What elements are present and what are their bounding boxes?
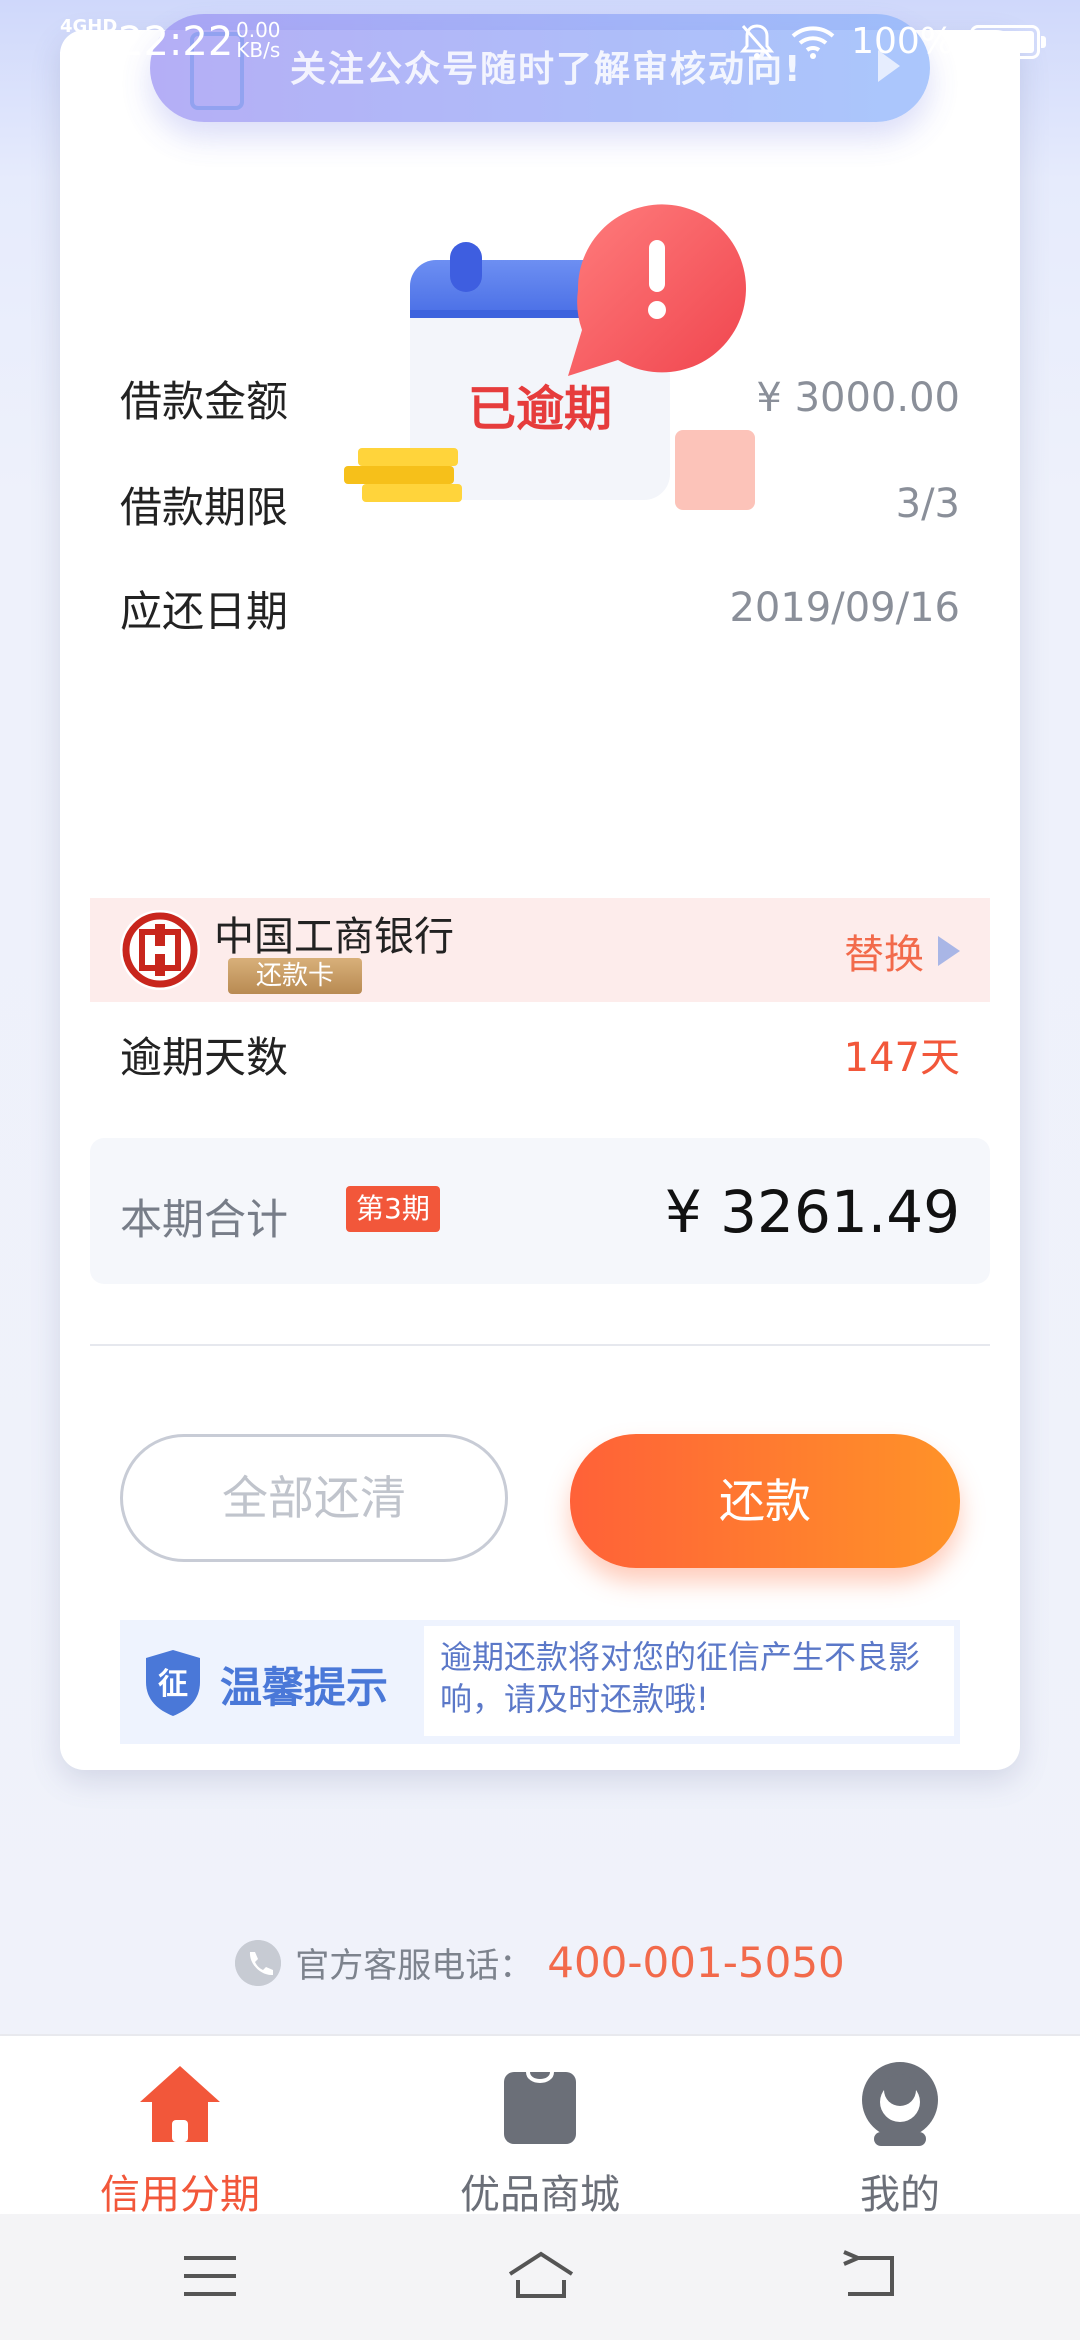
- repayment-card-tag: 还款卡: [228, 958, 362, 994]
- clock: 22:22: [118, 19, 234, 65]
- signal-indicator: 4GHD: [60, 18, 117, 60]
- tab-mine[interactable]: 我的: [750, 2058, 1050, 2220]
- loan-amount-value: ¥ 3000.00: [756, 375, 960, 421]
- due-date-row: 应还日期 2019/09/16: [120, 558, 960, 658]
- divider: [90, 1344, 990, 1346]
- tab-label: 优品商城: [460, 2172, 620, 2218]
- wifi-icon: [791, 26, 835, 59]
- shield-char: 征: [158, 1667, 188, 1702]
- tab-label: 我的: [860, 2172, 940, 2218]
- loan-amount-label: 借款金额: [120, 376, 289, 426]
- repayment-card: 已逾期 借款金额 ¥ 3000.00 借款期限 3/3 应还日期 2019/09…: [60, 30, 1020, 1770]
- loan-term-row: 借款期限 3/3: [120, 454, 960, 554]
- chevron-right-icon: [938, 936, 960, 966]
- loan-amount-row: 借款金额 ¥ 3000.00: [120, 348, 960, 448]
- overdue-days-label: 逾期天数: [120, 1032, 289, 1082]
- back-icon[interactable]: [842, 2250, 896, 2300]
- net-speed-unit: KB/s: [236, 38, 281, 62]
- home-nav-icon[interactable]: [506, 2250, 576, 2300]
- overdue-days-value: 147天: [843, 1035, 960, 1081]
- network-type: 4GHD: [60, 16, 118, 37]
- icbc-logo-icon: [120, 910, 200, 990]
- mute-bell-icon: [739, 24, 775, 59]
- repayment-card-row: 中国工商银行 还款卡 替换: [90, 898, 990, 1002]
- menu-icon[interactable]: [184, 2254, 236, 2298]
- system-nav-bar: [0, 2214, 1080, 2340]
- phone-call-icon: [235, 1939, 282, 1986]
- warm-tip-box: 征 温馨提示 逾期还款将对您的征信产生不良影响，请及时还款哦!: [120, 1620, 960, 1744]
- battery-icon: [970, 25, 1046, 59]
- status-right: 100%: [739, 18, 1046, 66]
- loan-term-label: 借款期限: [120, 482, 289, 532]
- period-badge: 第3期: [346, 1186, 440, 1232]
- warm-tip-message: 逾期还款将对您的征信产生不良影响，请及时还款哦!: [424, 1626, 954, 1736]
- home-icon: [140, 2066, 220, 2142]
- signal-bars-icon: [60, 40, 117, 60]
- hotline-label: 官方客服电话：: [295, 1946, 534, 1986]
- due-date-value: 2019/09/16: [729, 585, 960, 631]
- overdue-days-row: 逾期天数 147天: [120, 1004, 960, 1104]
- shopping-bag-icon: [504, 2071, 576, 2144]
- pay-all-button[interactable]: 全部还清: [120, 1434, 508, 1562]
- repay-button[interactable]: 还款: [570, 1434, 960, 1568]
- period-total-amount: ¥ 3261.49: [664, 1178, 960, 1246]
- bank-name: 中国工商银行: [214, 914, 454, 960]
- tab-credit-installment[interactable]: 信用分期: [30, 2058, 330, 2220]
- credit-shield-icon: 征: [146, 1650, 200, 1716]
- loan-term-value: 3/3: [895, 481, 960, 527]
- tab-label: 信用分期: [100, 2172, 260, 2218]
- tab-mall[interactable]: 优品商城: [390, 2058, 690, 2220]
- profile-icon: [862, 2062, 938, 2146]
- status-bar: 4GHD 22:22 0.00 KB/s 100%: [0, 0, 1080, 84]
- service-hotline[interactable]: 官方客服电话： 400-001-5050: [0, 1938, 1080, 1987]
- bottom-tab-bar: 信用分期 优品商城 我的: [0, 2034, 1080, 2218]
- battery-percent: 100%: [851, 21, 954, 62]
- replace-card-label: 替换: [844, 932, 924, 978]
- warm-tip-title: 温馨提示: [220, 1663, 389, 1712]
- net-speed: 0.00 KB/s: [236, 20, 281, 60]
- hotline-number[interactable]: 400-001-5050: [547, 1938, 845, 1987]
- period-total-label: 本期合计: [120, 1195, 289, 1244]
- net-speed-value: 0.00: [236, 18, 281, 42]
- period-total-box: 本期合计 第3期 ¥ 3261.49: [90, 1138, 990, 1284]
- due-date-label: 应还日期: [120, 586, 289, 636]
- replace-card-button[interactable]: 替换: [844, 922, 960, 980]
